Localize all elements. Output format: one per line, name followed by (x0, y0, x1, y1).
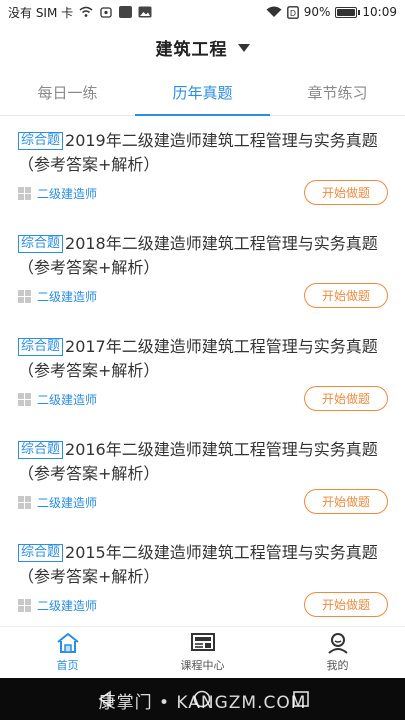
start-button[interactable]: 开始做题 (304, 180, 388, 205)
wifi-small-icon (79, 6, 93, 17)
data-saver-icon: D (286, 5, 299, 19)
item-title: 综合题 2017年二级建造师建筑工程管理与实务真题（参考答案+解析） (18, 335, 389, 383)
category-label: 二级建造师 (37, 393, 98, 407)
category-label: 二级建造师 (37, 496, 98, 510)
item-meta: 二级建造师 (18, 597, 97, 614)
battery-percent: 90% (303, 5, 331, 19)
type-tag: 综合题 (18, 235, 64, 253)
start-button[interactable]: 开始做题 (304, 283, 388, 308)
item-title-text: 2019年二级建造师建筑工程管理与实务真题（参考答案+解析） (18, 131, 378, 174)
category-label: 二级建造师 (37, 599, 98, 613)
type-tag: 综合题 (18, 132, 64, 150)
item-meta: 二级建造师 (18, 288, 97, 305)
nav-mine-label: 我的 (326, 659, 349, 672)
status-bar: 没有 SIM 卡 D 90% 10:09 (0, 0, 405, 24)
tab-past-exams[interactable]: 历年真题 (135, 70, 270, 116)
start-button[interactable]: 开始做题 (304, 386, 388, 411)
course-icon (190, 633, 215, 651)
user-icon (327, 633, 348, 654)
svg-text:D: D (290, 9, 296, 18)
type-tag: 综合题 (18, 544, 64, 562)
item-meta: 二级建造师 (18, 391, 97, 408)
item-title-text: 2016年二级建造师建筑工程管理与实务真题（参考答案+解析） (18, 440, 378, 483)
type-tag: 综合题 (18, 338, 64, 356)
notification-icon (100, 6, 112, 18)
start-button[interactable]: 开始做题 (304, 489, 388, 514)
watermark: 康掌门 • KANGZM.COM (98, 693, 307, 713)
battery-icon (335, 6, 361, 18)
item-title: 综合题 2019年二级建造师建筑工程管理与实务真题（参考答案+解析） (18, 129, 389, 177)
message-icon (119, 6, 133, 18)
page-title: 建筑工程 (155, 39, 228, 60)
list-item[interactable]: 综合题 2015年二级建造师建筑工程管理与实务真题（参考答案+解析） 二级建造师 … (0, 529, 405, 632)
item-title-text: 2018年二级建造师建筑工程管理与实务真题（参考答案+解析） (18, 234, 378, 277)
home-icon (56, 633, 79, 653)
carrier-label: 没有 SIM 卡 (8, 5, 74, 20)
list-item[interactable]: 综合题 2019年二级建造师建筑工程管理与实务真题（参考答案+解析） 二级建造师 … (0, 117, 405, 220)
category-label: 二级建造师 (37, 290, 98, 304)
category-grid-icon (18, 290, 31, 303)
tab-chapter-practice[interactable]: 章节练习 (270, 70, 405, 115)
nav-home-label: 首页 (56, 659, 79, 672)
start-button[interactable]: 开始做题 (304, 592, 388, 617)
system-nav-bar: 康掌门 • KANGZM.COM (0, 678, 405, 720)
list-item[interactable]: 综合题 2017年二级建造师建筑工程管理与实务真题（参考答案+解析） 二级建造师 … (0, 323, 405, 426)
nav-mine[interactable]: 我的 (270, 627, 405, 678)
item-title: 综合题 2015年二级建造师建筑工程管理与实务真题（参考答案+解析） (18, 541, 389, 589)
item-title-text: 2015年二级建造师建筑工程管理与实务真题（参考答案+解析） (18, 543, 378, 586)
tab-bar: 每日一练 历年真题 章节练习 (0, 70, 405, 116)
nav-course-label: 课程中心 (180, 659, 225, 672)
image-icon (138, 6, 152, 18)
list-item[interactable]: 综合题 2018年二级建造师建筑工程管理与实务真题（参考答案+解析） 二级建造师 … (0, 220, 405, 323)
type-tag: 综合题 (18, 441, 64, 459)
category-label: 二级建造师 (37, 187, 98, 201)
item-title: 综合题 2016年二级建造师建筑工程管理与实务真题（参考答案+解析） (18, 438, 389, 486)
category-grid-icon (18, 496, 31, 509)
category-grid-icon (18, 393, 31, 406)
item-title-text: 2017年二级建造师建筑工程管理与实务真题（参考答案+解析） (18, 337, 378, 380)
item-meta: 二级建造师 (18, 494, 97, 511)
clock: 10:09 (362, 5, 397, 19)
category-grid-icon (18, 187, 31, 200)
subject-selector[interactable]: 建筑工程 (0, 24, 405, 70)
nav-home[interactable]: 首页 (0, 627, 135, 678)
item-meta: 二级建造师 (18, 185, 97, 202)
wifi-icon (266, 6, 282, 17)
category-grid-icon (18, 599, 31, 612)
bottom-nav: 首页 课程中心 我的 (0, 626, 405, 678)
dropdown-caret-icon (237, 44, 250, 52)
exam-list: 综合题 2019年二级建造师建筑工程管理与实务真题（参考答案+解析） 二级建造师 … (0, 117, 405, 632)
nav-course-center[interactable]: 课程中心 (135, 627, 270, 678)
tab-daily-practice[interactable]: 每日一练 (0, 70, 135, 115)
item-title: 综合题 2018年二级建造师建筑工程管理与实务真题（参考答案+解析） (18, 232, 389, 280)
list-item[interactable]: 综合题 2016年二级建造师建筑工程管理与实务真题（参考答案+解析） 二级建造师 … (0, 426, 405, 529)
